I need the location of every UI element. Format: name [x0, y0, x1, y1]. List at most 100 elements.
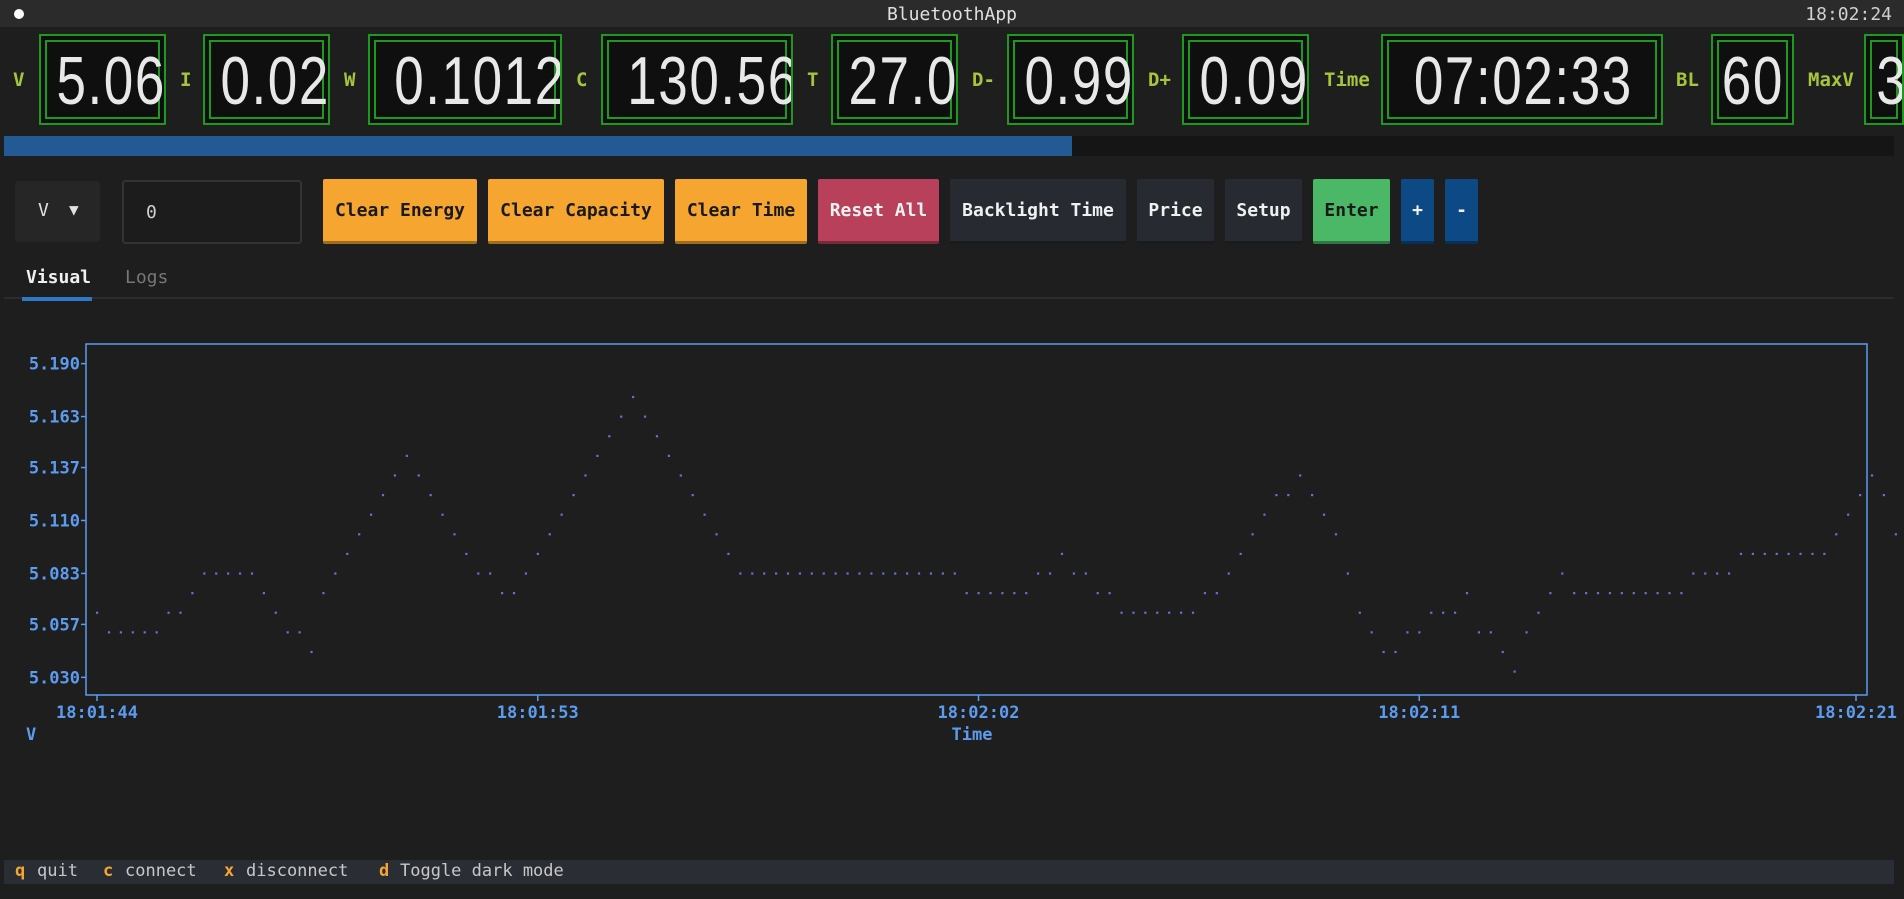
data-point	[1299, 474, 1302, 477]
data-point	[1751, 552, 1754, 556]
data-point	[1799, 552, 1802, 556]
plus-button[interactable]: +	[1401, 179, 1434, 244]
data-point	[536, 552, 539, 556]
plot-frame	[85, 343, 1868, 696]
y-axis: 5.190 5.163 5.137 5.110 5.083 5.057 5.030	[29, 355, 86, 688]
y-tick-label: 5.190	[29, 355, 80, 375]
data-point	[965, 592, 968, 595]
data-point	[703, 513, 706, 516]
price-button[interactable]: Price	[1137, 179, 1214, 244]
x-tick-label: 18:02:21	[1815, 703, 1897, 723]
key-hint-q-desc: quit	[37, 861, 78, 881]
data-point	[512, 592, 516, 595]
data-point	[1739, 552, 1743, 556]
data-point	[894, 572, 897, 575]
metric-label-v: V	[13, 69, 25, 91]
data-point	[1037, 572, 1040, 575]
data-point	[643, 415, 647, 418]
data-point	[1168, 611, 1171, 614]
data-point	[381, 493, 385, 497]
y-tick-label: 5.137	[29, 459, 80, 479]
data-point	[798, 572, 802, 575]
setup-button[interactable]: Setup	[1225, 179, 1302, 244]
metric-label-time: Time	[1324, 69, 1370, 91]
data-point	[1465, 592, 1469, 595]
data-point	[322, 592, 325, 595]
metric-display-i: 0.02	[203, 34, 330, 125]
clear-capacity-button[interactable]: Clear Capacity	[488, 179, 664, 244]
data-point	[1644, 592, 1647, 595]
clear-time-button[interactable]: Clear Time	[675, 179, 807, 244]
data-point	[203, 572, 206, 575]
enter-button[interactable]: Enter	[1313, 179, 1390, 244]
data-point	[1227, 572, 1230, 575]
data-point	[584, 474, 587, 477]
data-point	[1763, 552, 1766, 556]
data-point	[119, 631, 123, 634]
data-point	[1072, 572, 1075, 575]
key-hint-c-desc: connect	[125, 861, 197, 881]
metric-label-maxv: MaxV	[1808, 69, 1854, 91]
progress-bar	[4, 136, 1894, 156]
chevron-down-icon: ▼	[69, 200, 79, 219]
data-point	[1144, 611, 1147, 614]
data-point	[143, 631, 146, 634]
data-point	[858, 572, 861, 575]
data-point	[286, 631, 289, 634]
metric-display-v: 5.06	[39, 34, 166, 125]
metric-label-d-minus: D-	[972, 69, 995, 91]
data-point	[1203, 592, 1207, 595]
data-point	[215, 572, 218, 575]
data-point	[1132, 611, 1135, 614]
metric-value-time: 07:02:33	[1413, 43, 1633, 119]
mode-select-value: V	[38, 200, 49, 221]
data-point	[191, 592, 194, 595]
data-point	[524, 572, 528, 575]
metric-label-c: C	[576, 69, 588, 91]
key-hint-d: d	[379, 861, 390, 881]
data-point	[1394, 650, 1397, 654]
data-point	[1561, 572, 1564, 575]
metric-value-d-plus: 0.09	[1199, 43, 1309, 119]
data-point	[1608, 592, 1612, 595]
metric-display-c: 130.56	[601, 34, 793, 125]
mode-select[interactable]: V ▼	[15, 181, 100, 242]
data-point	[1048, 572, 1052, 575]
clear-energy-button[interactable]: Clear Energy	[323, 179, 477, 244]
data-point	[1346, 572, 1349, 575]
data-point	[262, 592, 265, 595]
data-point	[477, 572, 480, 575]
tab-visual[interactable]: Visual	[26, 267, 91, 288]
tab-logs[interactable]: Logs	[125, 267, 168, 288]
data-point	[393, 474, 397, 477]
data-point	[786, 572, 790, 575]
data-point	[941, 572, 944, 575]
reset-all-button[interactable]: Reset All	[818, 179, 939, 244]
data-point	[822, 572, 825, 575]
metric-value-c: 130.56	[627, 43, 793, 119]
data-point	[1334, 533, 1338, 536]
value-input[interactable]	[122, 180, 302, 244]
metric-display-bl: 60	[1711, 34, 1794, 125]
minus-button[interactable]: -	[1445, 179, 1478, 244]
data-point	[1025, 592, 1028, 595]
key-hint-x-desc: disconnect	[246, 861, 349, 881]
data-point	[1084, 572, 1087, 575]
data-point	[1835, 533, 1838, 536]
metric-value-maxv: 3	[1876, 36, 1902, 123]
metric-value-d-minus: 0.99	[1024, 43, 1134, 119]
data-point	[715, 533, 718, 536]
data-point	[489, 572, 492, 575]
key-hint-x: x	[224, 861, 235, 881]
data-point	[917, 572, 921, 575]
data-point	[572, 493, 575, 497]
metric-value-t: 27.0	[848, 43, 958, 119]
data-point	[1215, 592, 1218, 595]
data-point	[632, 395, 635, 399]
data-point	[989, 592, 992, 595]
metric-display-w: 0.1012	[368, 34, 562, 125]
data-point	[906, 572, 909, 575]
backlight-time-button[interactable]: Backlight Time	[950, 179, 1126, 244]
data-point	[870, 572, 873, 575]
metric-label-w: W	[344, 69, 356, 91]
